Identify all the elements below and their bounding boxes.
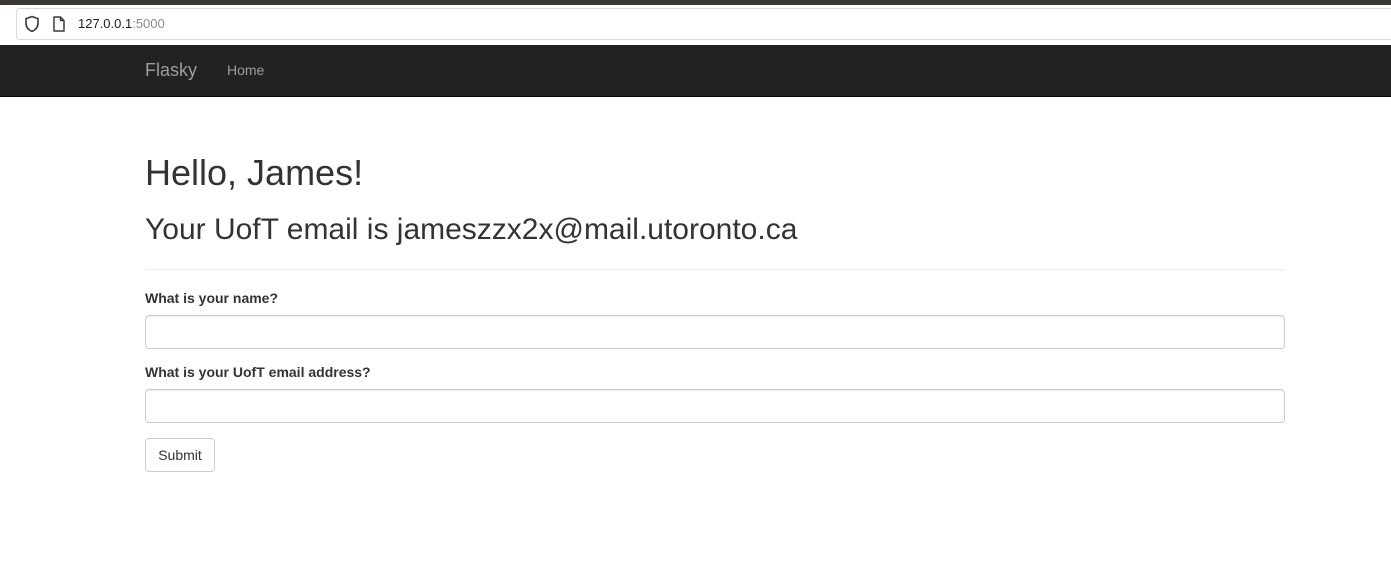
url-port: :5000 — [132, 16, 165, 31]
browser-chrome: 127.0.0.1:5000 — [0, 0, 1391, 45]
divider — [145, 269, 1285, 270]
navbar: Flasky Home — [0, 45, 1391, 97]
name-input[interactable] — [145, 315, 1285, 349]
shield-icon[interactable] — [24, 15, 40, 33]
page-icon — [53, 16, 65, 32]
email-input[interactable] — [145, 389, 1285, 423]
url-host: 127.0.0.1 — [78, 16, 133, 31]
page-title: Hello, James! — [145, 152, 364, 193]
window-top-strip — [0, 0, 1391, 5]
submit-button[interactable]: Submit — [145, 438, 215, 472]
url-text[interactable]: 127.0.0.1:5000 — [78, 15, 165, 33]
email-display: Your UofT email is jameszzx2x@mail.utoro… — [145, 213, 798, 246]
nav-link-home[interactable]: Home — [227, 61, 264, 79]
email-label: What is your UofT email address? — [145, 364, 371, 380]
navbar-brand[interactable]: Flasky — [145, 59, 197, 81]
name-label: What is your name? — [145, 290, 279, 306]
address-bar[interactable] — [16, 8, 1391, 40]
